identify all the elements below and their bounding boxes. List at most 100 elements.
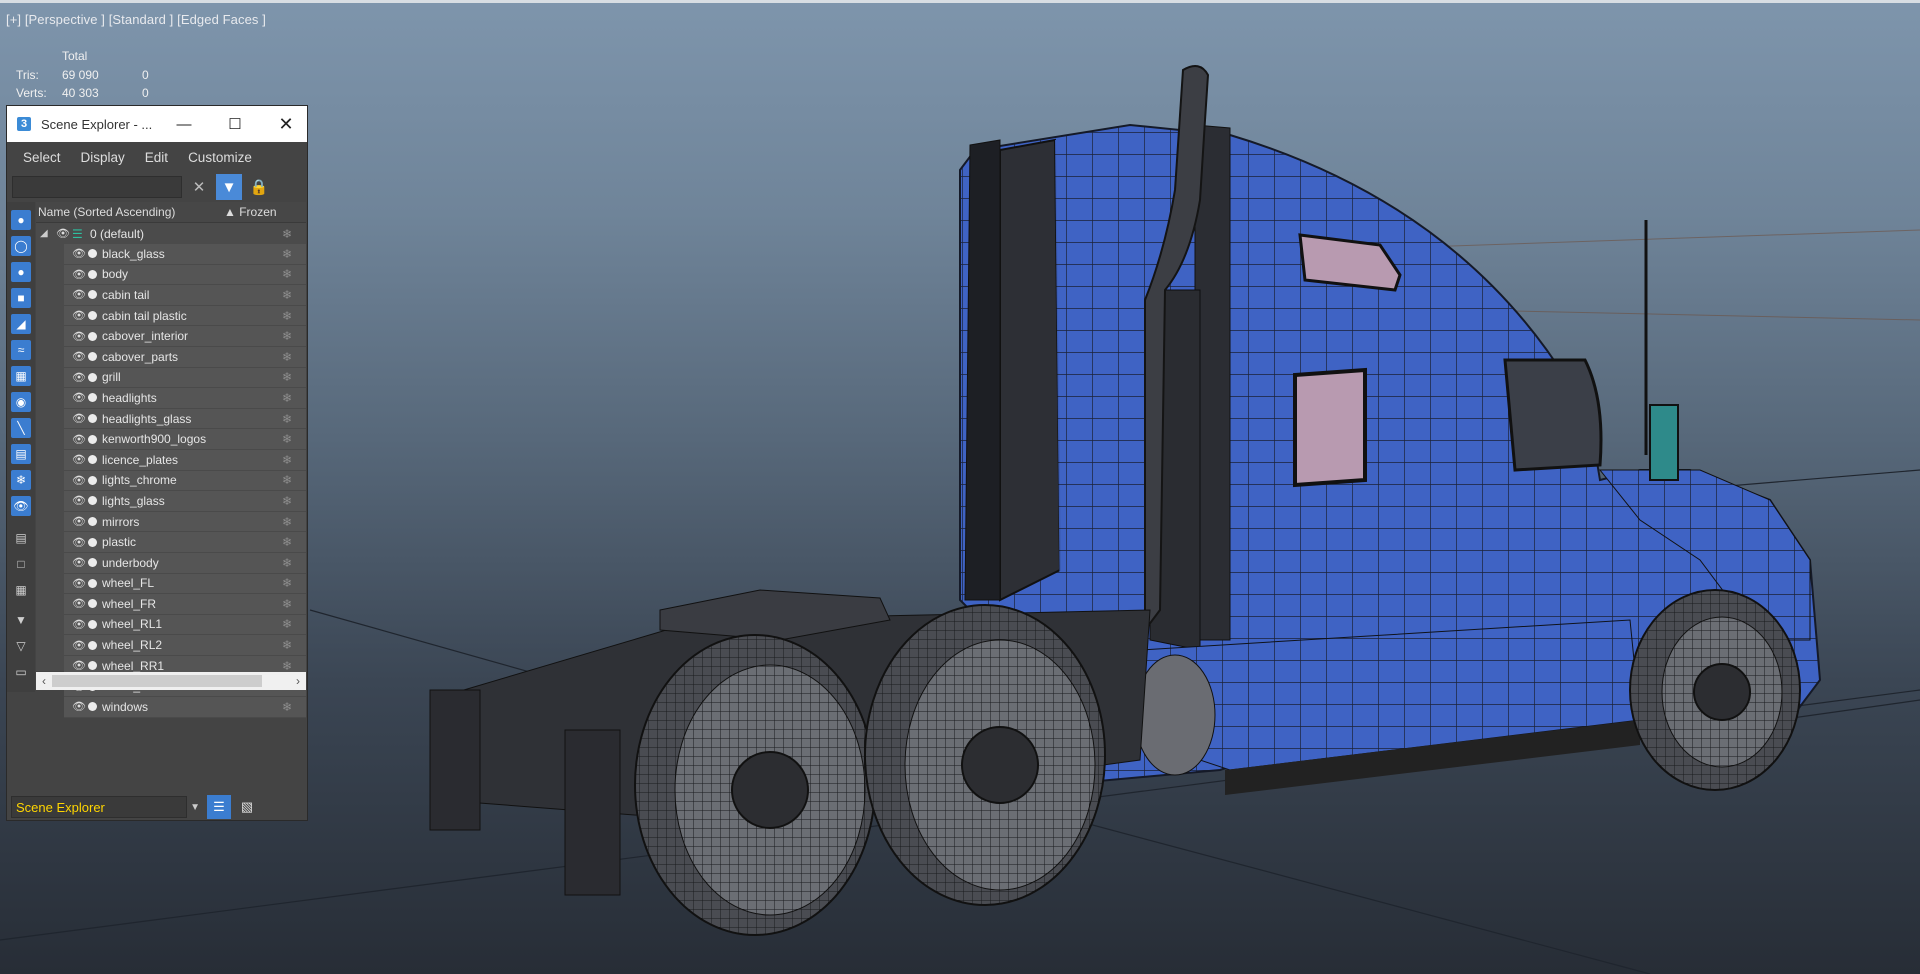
freeze-icon[interactable]: ❄ [282, 432, 292, 446]
list-item[interactable]: 👁 black_glass ❄ [64, 244, 306, 265]
freeze-icon[interactable]: ❄ [282, 638, 292, 652]
eye-icon[interactable]: 👁 [72, 433, 86, 446]
eye-icon[interactable]: 👁 [72, 412, 86, 425]
freeze-icon[interactable]: ❄ [282, 391, 292, 405]
helper-filter-icon[interactable]: ◢ [11, 314, 31, 334]
layer-row-default[interactable]: ◢ 👁 ☰ 0 (default) ❄ [36, 223, 306, 244]
freeze-icon[interactable]: ❄ [282, 556, 292, 570]
close-icon[interactable]: ✕ [263, 106, 309, 142]
explorer-dropdown[interactable]: Scene Explorer ▼ [11, 796, 200, 818]
freeze-icon[interactable]: ❄ [282, 247, 292, 261]
selection-set-icon[interactable]: ▭ [11, 662, 31, 682]
light-filter-icon[interactable]: ● [11, 262, 31, 282]
eye-icon[interactable]: 👁 [72, 268, 86, 281]
frozen-filter-icon[interactable]: ❄ [11, 470, 31, 490]
list-item[interactable]: 👁 windows ❄ [64, 697, 306, 718]
list-item[interactable]: 👁 licence_plates ❄ [64, 449, 306, 471]
list-item[interactable]: 👁 grill ❄ [64, 367, 306, 389]
list-item[interactable]: 👁 lights_glass ❄ [64, 491, 306, 512]
list-item[interactable]: 👁 underbody ❄ [64, 552, 306, 574]
layer-explorer-icon[interactable]: ☰ [207, 795, 231, 819]
container-filter-icon[interactable]: ▤ [11, 444, 31, 464]
freeze-icon[interactable]: ❄ [282, 617, 292, 631]
scroll-right-icon[interactable]: › [290, 672, 306, 690]
list-item[interactable]: 👁 mirrors ❄ [64, 511, 306, 533]
list-item[interactable]: 👁 cabin tail plastic ❄ [64, 305, 306, 327]
list-item[interactable]: 👁 wheel_FL ❄ [64, 573, 306, 595]
column-frozen-header[interactable]: ▲ Frozen [224, 205, 277, 219]
group-filter-icon[interactable]: ▦ [11, 366, 31, 386]
eye-icon[interactable]: 👁 [72, 577, 86, 590]
viewport-label[interactable]: [+] [Perspective ] [Standard ] [Edged Fa… [6, 12, 266, 27]
freeze-icon[interactable]: ❄ [282, 535, 292, 549]
list-item[interactable]: 👁 kenworth900_logos ❄ [64, 429, 306, 450]
filter-icon[interactable]: ▼ [216, 174, 242, 200]
hierarchy-icon[interactable]: ▧ [235, 795, 259, 819]
freeze-icon[interactable]: ❄ [282, 309, 292, 323]
freeze-icon[interactable]: ❄ [282, 453, 292, 467]
list-item[interactable]: 👁 cabin tail ❄ [64, 285, 306, 306]
shape-filter-icon[interactable]: ◯ [11, 236, 31, 256]
freeze-icon[interactable]: ❄ [282, 700, 292, 714]
list-item[interactable]: 👁 body ❄ [64, 264, 306, 286]
eye-icon[interactable]: 👁 [72, 453, 86, 466]
freeze-icon[interactable]: ❄ [282, 576, 292, 590]
eye-icon[interactable]: 👁 [72, 639, 86, 652]
eye-icon[interactable]: 👁 [72, 618, 86, 631]
scroll-thumb[interactable] [52, 675, 262, 687]
eye-icon[interactable]: 👁 [72, 536, 86, 549]
scroll-left-icon[interactable]: ‹ [36, 672, 52, 690]
list-item[interactable]: 👁 wheel_RL1 ❄ [64, 614, 306, 636]
freeze-icon[interactable]: ❄ [282, 288, 292, 302]
list-item[interactable]: 👁 headlights_glass ❄ [64, 408, 306, 430]
freeze-icon[interactable]: ❄ [282, 515, 292, 529]
expand-arrow-icon[interactable]: ◢ [40, 228, 48, 239]
freeze-icon[interactable]: ❄ [282, 227, 292, 241]
column-name-header[interactable]: Name (Sorted Ascending) [38, 205, 175, 219]
freeze-icon[interactable]: ❄ [282, 350, 292, 364]
spacewarp-filter-icon[interactable]: ≈ [11, 340, 31, 360]
eye-icon[interactable]: 👁 [72, 700, 86, 713]
eye-icon[interactable]: 👁 [72, 556, 86, 569]
eye-icon[interactable]: 👁 [56, 227, 70, 240]
list-item[interactable]: 👁 cabover_interior ❄ [64, 326, 306, 347]
geometry-filter-icon[interactable]: ● [11, 210, 31, 230]
chevron-down-icon[interactable]: ▼ [190, 802, 200, 813]
list-item[interactable]: 👁 wheel_RL2 ❄ [64, 635, 306, 656]
eye-icon[interactable]: 👁 [72, 330, 86, 343]
eye-icon[interactable]: 👁 [72, 288, 86, 301]
freeze-icon[interactable]: ❄ [282, 412, 292, 426]
minimize-icon[interactable]: — [161, 106, 207, 142]
freeze-icon[interactable]: ❄ [282, 473, 292, 487]
eye-icon[interactable]: 👁 [72, 515, 86, 528]
scene-explorer-titlebar[interactable]: 3 Scene Explorer - ... — ☐ ✕ [7, 106, 307, 142]
freeze-icon[interactable]: ❄ [282, 329, 292, 343]
eye-icon[interactable]: 👁 [72, 350, 86, 363]
eye-icon[interactable]: 👁 [72, 474, 86, 487]
filter-icon[interactable]: ▽ [11, 636, 31, 656]
menu-edit[interactable]: Edit [145, 150, 168, 165]
menu-display[interactable]: Display [81, 150, 125, 165]
menu-select[interactable]: Select [23, 150, 61, 165]
bone-filter-icon[interactable]: ╲ [11, 418, 31, 438]
eye-icon[interactable]: 👁 [72, 309, 86, 322]
invert-icon[interactable]: ▦ [11, 580, 31, 600]
display-all-icon[interactable]: ▤ [11, 528, 31, 548]
freeze-icon[interactable]: ❄ [282, 370, 292, 384]
list-item[interactable]: 👁 wheel_FR ❄ [64, 594, 306, 615]
horizontal-scrollbar[interactable]: ‹ › [36, 672, 306, 690]
camera-filter-icon[interactable]: ■ [11, 288, 31, 308]
clear-search-icon[interactable]: ✕ [186, 174, 212, 200]
eye-icon[interactable]: 👁 [72, 247, 86, 260]
freeze-icon[interactable]: ❄ [282, 267, 292, 281]
freeze-icon[interactable]: ❄ [282, 659, 292, 673]
display-none-icon[interactable]: □ [11, 554, 31, 574]
eye-icon[interactable]: 👁 [72, 659, 86, 672]
lock-icon[interactable]: 🔒 [246, 174, 272, 200]
eye-icon[interactable]: 👁 [72, 597, 86, 610]
eye-icon[interactable]: 👁 [72, 391, 86, 404]
eye-icon[interactable]: 👁 [72, 494, 86, 507]
list-item[interactable]: 👁 headlights ❄ [64, 388, 306, 409]
list-item[interactable]: 👁 lights_chrome ❄ [64, 470, 306, 492]
eye-icon[interactable]: 👁 [72, 371, 86, 384]
